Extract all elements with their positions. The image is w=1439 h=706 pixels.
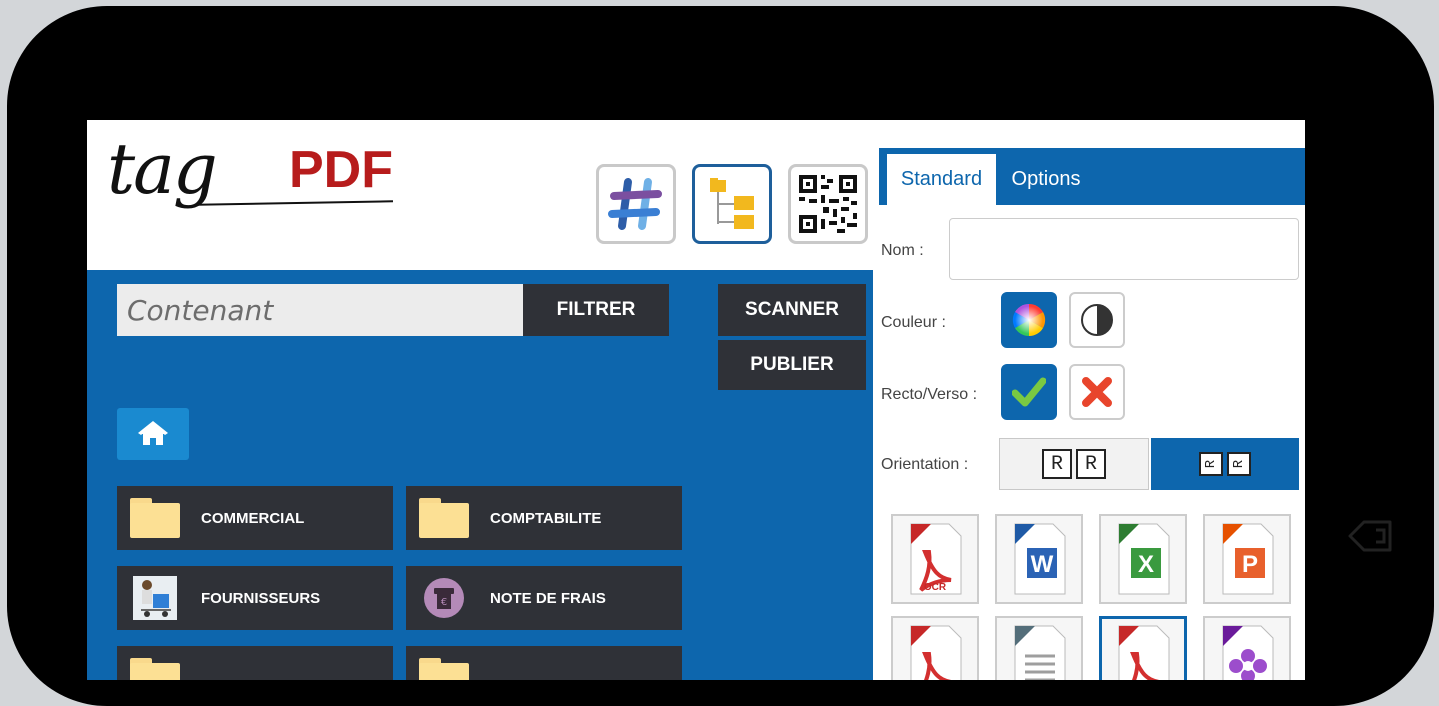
svg-text:P: P bbox=[1242, 551, 1258, 578]
powerpoint-pptx-icon: P bbox=[1222, 523, 1274, 595]
folder-label: COMPTABILITE bbox=[490, 509, 602, 527]
publish-button[interactable]: PUBLIER bbox=[718, 340, 866, 390]
folder-tile-note-de-frais[interactable]: € NOTE DE FRAIS bbox=[406, 566, 682, 630]
logo-pdf-text: PDF bbox=[289, 141, 393, 199]
folder-tree-icon bbox=[710, 178, 754, 229]
svg-text:€: € bbox=[441, 597, 447, 608]
tablet-frame: tag PDF Contenant FILTRER SCANNER PUBLIE… bbox=[7, 6, 1434, 706]
hashtag-icon bbox=[608, 178, 662, 230]
receipt-icon: € bbox=[418, 576, 470, 620]
back-button[interactable] bbox=[1346, 512, 1394, 560]
pdf-a-icon bbox=[910, 625, 962, 680]
tiff-icon bbox=[1222, 625, 1274, 680]
document-browser: FILTRER SCANNER PUBLIER COMMERCIAL COMPT… bbox=[87, 270, 873, 680]
tab-standard[interactable]: Standard bbox=[887, 154, 996, 205]
recto-verso-label: Recto/Verso : bbox=[881, 386, 978, 403]
grayscale-mode-button[interactable] bbox=[1069, 292, 1125, 348]
pdf-icon bbox=[1118, 625, 1170, 680]
folder-icon bbox=[418, 656, 470, 680]
folder-tile-partial[interactable] bbox=[406, 646, 682, 680]
hashtag-view-button[interactable] bbox=[596, 164, 676, 244]
pdf-ocr-icon: OCR bbox=[910, 523, 962, 595]
home-button[interactable] bbox=[117, 408, 189, 460]
folder-label: FOURNISSEURS bbox=[201, 589, 321, 607]
svg-text:X: X bbox=[1138, 551, 1154, 578]
color-mode-button[interactable] bbox=[1001, 292, 1057, 348]
qr-code-view-button[interactable] bbox=[788, 164, 868, 244]
duplex-off-button[interactable] bbox=[1069, 364, 1125, 420]
format-xlsx[interactable]: X bbox=[1099, 514, 1187, 604]
folder-icon bbox=[129, 656, 181, 680]
nom-input[interactable] bbox=[949, 218, 1299, 280]
folder-tile-fournisseurs[interactable]: FOURNISSEURS bbox=[117, 566, 393, 630]
tab-options[interactable]: Options bbox=[996, 154, 1096, 205]
logo-underline bbox=[196, 200, 394, 206]
format-text[interactable] bbox=[995, 616, 1083, 680]
filter-button[interactable]: FILTRER bbox=[523, 284, 669, 336]
orientation-landscape-option[interactable]: R R bbox=[1151, 438, 1299, 490]
delivery-icon bbox=[129, 576, 181, 620]
format-pdf[interactable] bbox=[1099, 616, 1187, 680]
folder-label: COMMERCIAL bbox=[201, 509, 305, 527]
tagpdf-logo: tag PDF bbox=[101, 128, 421, 273]
svg-text:W: W bbox=[1031, 551, 1054, 578]
checkmark-icon bbox=[1012, 377, 1046, 407]
format-pptx[interactable]: P bbox=[1203, 514, 1291, 604]
search-input[interactable] bbox=[117, 284, 523, 336]
color-wheel-icon bbox=[1012, 303, 1046, 337]
view-toolbar bbox=[596, 164, 868, 244]
word-docx-icon: W bbox=[1014, 523, 1066, 595]
duplex-on-button[interactable] bbox=[1001, 364, 1057, 420]
page-letter-box: R bbox=[1227, 452, 1251, 476]
ocr-caption: OCR bbox=[924, 582, 947, 593]
contrast-icon bbox=[1081, 304, 1113, 336]
back-arrow-icon bbox=[1348, 520, 1392, 552]
orientation-label: Orientation : bbox=[881, 456, 969, 473]
format-tiff[interactable] bbox=[1203, 616, 1291, 680]
cross-icon bbox=[1082, 377, 1112, 407]
folder-tile-partial[interactable] bbox=[117, 646, 393, 680]
format-pdf-ocr[interactable]: OCR bbox=[891, 514, 979, 604]
logo-script-text: tag bbox=[107, 128, 218, 210]
home-icon bbox=[138, 421, 168, 445]
format-pdf-a[interactable] bbox=[891, 616, 979, 680]
excel-xlsx-icon: X bbox=[1118, 523, 1170, 595]
couleur-label: Couleur : bbox=[881, 314, 946, 331]
orientation-portrait-option[interactable]: R R bbox=[999, 438, 1149, 490]
folder-tile-comptabilite[interactable]: COMPTABILITE bbox=[406, 486, 682, 550]
scan-button[interactable]: SCANNER bbox=[718, 284, 866, 336]
folder-tile-commercial[interactable]: COMMERCIAL bbox=[117, 486, 393, 550]
options-panel: Standard Options Nom : Couleur : Recto/V… bbox=[879, 148, 1305, 680]
folder-icon bbox=[418, 496, 470, 540]
folder-icon bbox=[129, 496, 181, 540]
panel-tabs: Standard Options bbox=[879, 148, 1305, 205]
qr-code-icon bbox=[799, 175, 857, 233]
folder-label: NOTE DE FRAIS bbox=[490, 589, 606, 607]
page-letter-box: R bbox=[1042, 449, 1072, 479]
nom-label: Nom : bbox=[881, 242, 924, 259]
folder-tree-view-button[interactable] bbox=[692, 164, 772, 244]
format-docx[interactable]: W bbox=[995, 514, 1083, 604]
text-file-icon bbox=[1014, 625, 1066, 680]
page-letter-box: R bbox=[1199, 452, 1223, 476]
app-screen: tag PDF Contenant FILTRER SCANNER PUBLIE… bbox=[87, 120, 1305, 680]
page-letter-box: R bbox=[1076, 449, 1106, 479]
